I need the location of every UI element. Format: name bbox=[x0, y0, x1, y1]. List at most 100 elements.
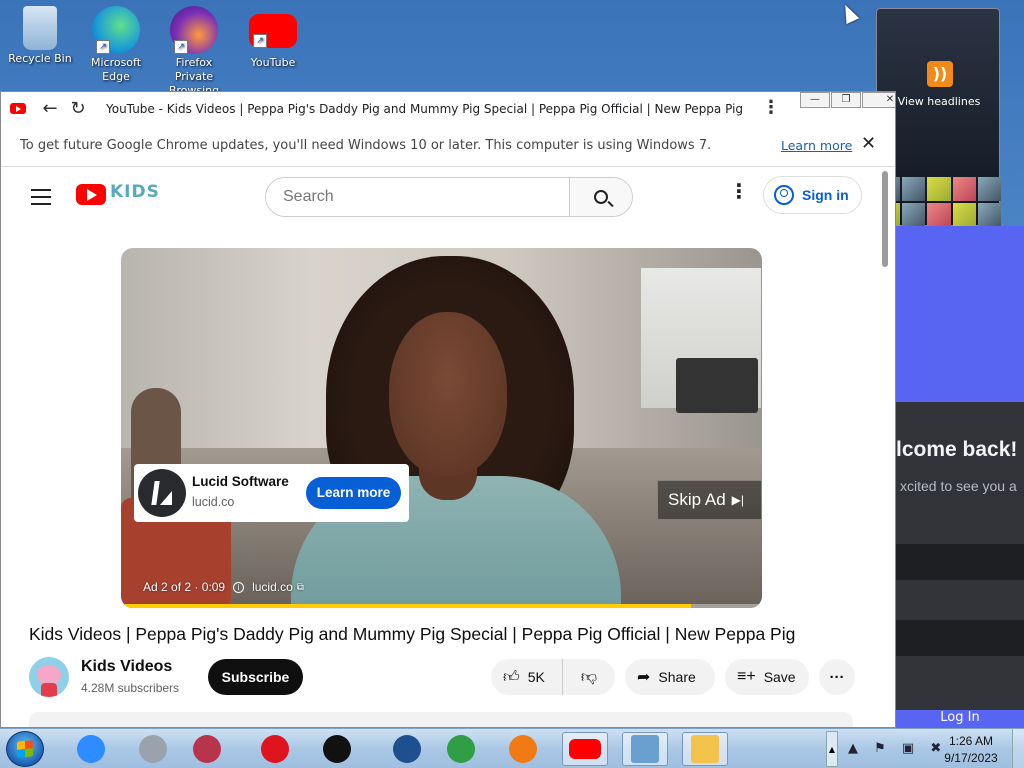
subscriber-count: 4.28M subscribers bbox=[81, 681, 180, 695]
ad-overlay-card[interactable]: Lucid Software lucid.co Learn more bbox=[134, 464, 409, 522]
desktop-icon-label: Recycle Bin bbox=[8, 52, 72, 65]
taskbar-app-windows-live[interactable] bbox=[438, 732, 484, 766]
recorder-icon bbox=[323, 735, 351, 763]
start-button[interactable] bbox=[6, 731, 44, 767]
youtube-icon bbox=[569, 739, 601, 759]
checklist-app-icon bbox=[631, 735, 659, 763]
taskbar-app-notes-app[interactable] bbox=[682, 732, 728, 766]
taskbar-app-winrar[interactable] bbox=[184, 732, 230, 766]
video-player[interactable]: Lucid Software lucid.co Learn more Skip … bbox=[121, 248, 762, 608]
video-progress-bar[interactable] bbox=[121, 604, 762, 608]
taskbar-app-youtube[interactable] bbox=[562, 732, 608, 766]
ad-domain: lucid.co bbox=[192, 495, 235, 509]
desktop-icon-youtube[interactable]: ↗ YouTube bbox=[237, 6, 309, 70]
search-button[interactable] bbox=[569, 178, 632, 216]
skip-ad-label: Skip Ad bbox=[668, 490, 726, 509]
rss-icon: )) bbox=[927, 61, 953, 87]
taskbar-app-checklist-app[interactable] bbox=[622, 732, 668, 766]
clock-time[interactable]: 1:26 AM bbox=[938, 734, 1004, 748]
taskbar-app-virtualbox[interactable] bbox=[384, 732, 430, 766]
desktop-icon-recycle-bin[interactable]: Recycle Bin bbox=[4, 6, 76, 66]
chrome-menu-button[interactable]: ⋮ bbox=[761, 96, 781, 120]
more-actions-button[interactable]: ··· bbox=[819, 659, 855, 695]
mouse-cursor-icon bbox=[838, 1, 860, 25]
youtube-masthead: KIDS ⋮ Sign in bbox=[1, 167, 895, 223]
tray-status-icons[interactable]: ▲ ⚑ ▣ ✖ bbox=[848, 741, 947, 756]
clock-date[interactable]: 9/17/2023 bbox=[938, 751, 1004, 765]
back-button[interactable]: ← bbox=[36, 95, 64, 123]
taskbar-app-recorder[interactable] bbox=[314, 732, 360, 766]
window-title: YouTube - Kids Videos | Peppa Pig's Dadd… bbox=[106, 101, 746, 116]
virtualbox-icon bbox=[393, 735, 421, 763]
edge-icon: ↗ bbox=[92, 6, 140, 54]
reload-button[interactable]: ↻ bbox=[64, 95, 92, 123]
taskbar-app-pro-app[interactable] bbox=[130, 732, 176, 766]
update-infobar: To get future Google Chrome updates, you… bbox=[1, 125, 895, 167]
system-tray: ▲ ▲ ⚑ ▣ ✖ 1:26 AM 9/17/2023 bbox=[826, 731, 1024, 767]
ad-info-icon[interactable]: i bbox=[233, 581, 245, 593]
page-scrollbar[interactable] bbox=[880, 169, 890, 727]
login-button[interactable]: Log In bbox=[896, 710, 1024, 728]
search-input[interactable] bbox=[266, 178, 569, 216]
infobar-close-button[interactable]: ✕ bbox=[861, 133, 876, 154]
kids-logo-text[interactable]: KIDS bbox=[110, 182, 160, 202]
email-field[interactable] bbox=[896, 544, 1024, 580]
restore-button[interactable]: ❐ bbox=[831, 92, 861, 108]
shortcut-arrow-icon: ↗ bbox=[96, 40, 110, 54]
welcome-heading: lcome back! bbox=[896, 438, 1018, 461]
external-link-icon: ⧉ bbox=[296, 581, 304, 593]
dislike-button[interactable]: 👎︎ bbox=[563, 659, 615, 695]
show-desktop-button[interactable] bbox=[1012, 729, 1024, 768]
taskbar-app-opera[interactable] bbox=[252, 732, 298, 766]
like-dislike-group: 👍︎ 5K 👎︎ bbox=[491, 659, 615, 695]
save-button[interactable]: ≡+ Save bbox=[725, 659, 809, 695]
thumbs-down-icon: 👎︎ bbox=[580, 668, 598, 686]
like-count: 5K bbox=[527, 669, 545, 685]
sign-in-label: Sign in bbox=[802, 187, 849, 203]
browser-titlebar: ← ↻ YouTube - Kids Videos | Peppa Pig's … bbox=[1, 92, 895, 125]
firefox-private-icon: ↗ bbox=[170, 6, 218, 54]
search-box bbox=[265, 177, 633, 217]
minimize-button[interactable]: — bbox=[800, 92, 830, 108]
taskbar-app-zoom[interactable] bbox=[68, 732, 114, 766]
chrome-window: ← ↻ YouTube - Kids Videos | Peppa Pig's … bbox=[0, 91, 896, 728]
channel-avatar[interactable] bbox=[29, 657, 69, 697]
desktop-icon-firefox-private[interactable]: ↗ Firefox Private Browsing bbox=[158, 6, 230, 98]
scrollbar-thumb[interactable] bbox=[882, 171, 888, 267]
settings-menu-button[interactable]: ⋮ bbox=[729, 179, 749, 203]
sign-in-button[interactable]: Sign in bbox=[763, 176, 862, 214]
shortcut-arrow-icon: ↗ bbox=[253, 34, 267, 48]
opera-icon bbox=[261, 735, 289, 763]
avast-icon bbox=[509, 735, 537, 763]
background-login-window[interactable]: lcome back! xcited to see you a Log In bbox=[896, 226, 1024, 728]
skip-ad-button[interactable]: Skip Ad ▶| bbox=[657, 480, 762, 520]
channel-name[interactable]: Kids Videos bbox=[81, 658, 172, 676]
ad-learn-more-button[interactable]: Learn more bbox=[306, 477, 401, 509]
pro-app-icon bbox=[139, 735, 167, 763]
learn-more-link[interactable]: Learn more bbox=[781, 138, 852, 153]
youtube-logo-icon[interactable] bbox=[76, 184, 106, 205]
windows-live-icon bbox=[447, 735, 475, 763]
share-button[interactable]: ➦ Share bbox=[625, 659, 715, 695]
taskbar-app-avast[interactable] bbox=[500, 732, 546, 766]
account-icon bbox=[774, 185, 794, 205]
ad-link[interactable]: lucid.co bbox=[252, 580, 293, 594]
desktop-icon-edge[interactable]: ↗ Microsoft Edge bbox=[80, 6, 152, 84]
channel-row: Kids Videos 4.28M subscribers Subscribe … bbox=[29, 657, 859, 699]
description-box[interactable] bbox=[29, 712, 853, 727]
subscribe-button[interactable]: Subscribe bbox=[208, 659, 303, 695]
zoom-icon bbox=[77, 735, 105, 763]
infobar-message: To get future Google Chrome updates, you… bbox=[20, 138, 712, 153]
youtube-icon: ↗ bbox=[249, 14, 297, 48]
like-button[interactable]: 👍︎ 5K bbox=[491, 659, 563, 695]
close-window-button[interactable]: ✕ bbox=[862, 92, 895, 108]
guide-menu-icon[interactable] bbox=[31, 189, 51, 210]
save-label: Save bbox=[763, 669, 796, 685]
password-field[interactable] bbox=[896, 620, 1024, 656]
recycle-bin-icon bbox=[23, 6, 57, 50]
youtube-favicon-icon bbox=[10, 103, 26, 114]
shortcut-arrow-icon: ↗ bbox=[174, 40, 188, 54]
welcome-subtitle: xcited to see you a bbox=[900, 478, 1017, 494]
show-hidden-icons-button[interactable]: ▲ bbox=[826, 731, 838, 767]
desktop-icon-label: YouTube bbox=[250, 56, 296, 69]
